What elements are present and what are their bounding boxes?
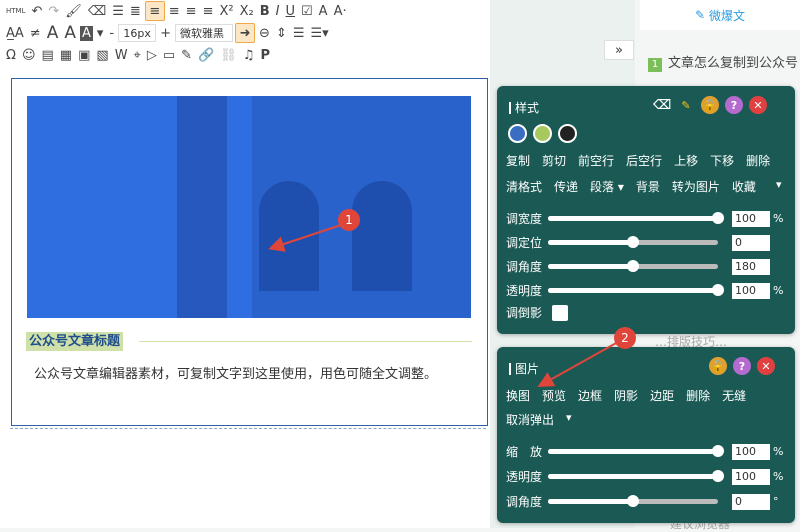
annotation-arrows	[268, 224, 619, 387]
arrow-2	[537, 341, 619, 387]
arrow-1	[268, 224, 342, 252]
